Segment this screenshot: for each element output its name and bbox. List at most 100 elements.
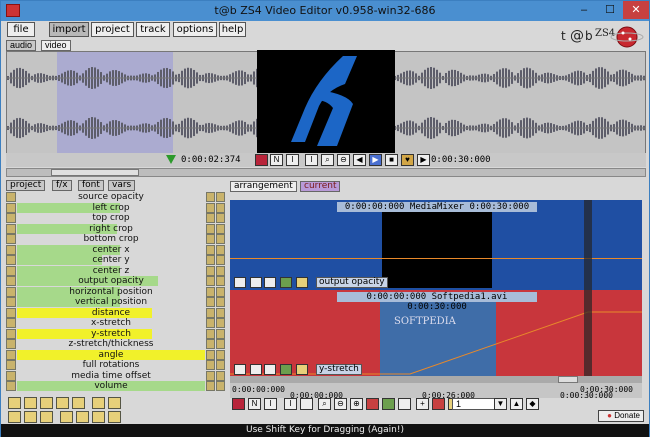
heart-icon[interactable]: ♥: [401, 154, 414, 166]
param-row[interactable]: angle: [6, 349, 225, 360]
tl-nav-icon[interactable]: ◆: [526, 398, 539, 410]
param-toggle[interactable]: [6, 339, 16, 349]
param-key-button[interactable]: [206, 360, 215, 370]
track2-param-label[interactable]: y-stretch: [316, 364, 362, 375]
param-toggle[interactable]: [6, 255, 16, 265]
param-key-button[interactable]: [206, 307, 215, 318]
param-key-button[interactable]: [206, 223, 215, 234]
marker-button[interactable]: N: [270, 154, 283, 166]
play-alt-icon[interactable]: ▶: [417, 154, 430, 166]
param-row[interactable]: bottom crop: [6, 234, 225, 244]
import-button[interactable]: [108, 411, 121, 423]
param-row[interactable]: left crop: [6, 202, 225, 213]
param-key-button[interactable]: [206, 370, 215, 381]
copy-button[interactable]: [92, 397, 105, 409]
zoom-out-icon[interactable]: ⊖: [337, 154, 350, 166]
key-icon[interactable]: [296, 277, 308, 288]
param-curve-button[interactable]: [216, 349, 225, 360]
param-curve-button[interactable]: [216, 297, 225, 307]
circle-button[interactable]: [40, 397, 53, 409]
set-out-button[interactable]: I: [305, 154, 318, 166]
stop-icon[interactable]: ■: [385, 154, 398, 166]
tools-button[interactable]: [60, 411, 73, 423]
menu-project[interactable]: project: [91, 22, 134, 37]
tl-flag2-icon[interactable]: [382, 398, 395, 410]
param-row[interactable]: y-stretch: [6, 328, 225, 339]
param-toggle[interactable]: [6, 213, 16, 223]
close-button[interactable]: ✕: [623, 1, 649, 19]
param-key-button[interactable]: [206, 318, 215, 328]
param-toggle[interactable]: [6, 381, 16, 391]
param-row[interactable]: horizontal position: [6, 286, 225, 297]
menu-file[interactable]: file: [7, 22, 35, 37]
right-arrow-button[interactable]: [24, 397, 37, 409]
reset-button[interactable]: [76, 411, 89, 423]
param-toggle[interactable]: [6, 265, 16, 276]
param-row[interactable]: source opacity: [6, 192, 225, 202]
square-alt-button[interactable]: [72, 397, 85, 409]
param-toggle[interactable]: [6, 297, 16, 307]
param-curve-button[interactable]: [216, 244, 225, 255]
param-row[interactable]: right crop: [6, 223, 225, 234]
param-key-button[interactable]: [206, 297, 215, 307]
param-curve-button[interactable]: [216, 192, 225, 202]
tab-video[interactable]: video: [41, 40, 71, 51]
set-in-button[interactable]: I: [286, 154, 299, 166]
menu-track[interactable]: track: [136, 22, 170, 37]
param-row[interactable]: volume: [6, 381, 225, 391]
playhead-line[interactable]: [584, 200, 592, 290]
param-key-button[interactable]: [206, 213, 215, 223]
param-key-button[interactable]: [206, 328, 215, 339]
param-row[interactable]: top crop: [6, 213, 225, 223]
param-toggle[interactable]: [6, 234, 16, 244]
param-curve-button[interactable]: [216, 234, 225, 244]
tl-zoom-icon[interactable]: ⌕: [318, 398, 331, 410]
param-curve-button[interactable]: [216, 318, 225, 328]
param-row[interactable]: full rotations: [6, 360, 225, 370]
square-button[interactable]: [56, 397, 69, 409]
tl-grab-icon[interactable]: [398, 398, 411, 410]
param-key-button[interactable]: [206, 255, 215, 265]
param-curve-button[interactable]: [216, 213, 225, 223]
param-curve-button[interactable]: [216, 286, 225, 297]
param-toggle[interactable]: [6, 192, 16, 202]
param-key-button[interactable]: [206, 276, 215, 286]
param-toggle[interactable]: [6, 370, 16, 381]
track1-param-label[interactable]: output opacity: [316, 277, 388, 288]
tab-fx[interactable]: f/x: [52, 180, 72, 191]
arrow-icon[interactable]: [280, 277, 292, 288]
ruler-thumb[interactable]: [558, 376, 578, 383]
param-curve-button[interactable]: [216, 328, 225, 339]
menu-help[interactable]: help: [219, 22, 246, 37]
arrow-icon-2[interactable]: [280, 364, 292, 375]
tl-cut-icon[interactable]: [432, 398, 445, 410]
param-key-button[interactable]: [206, 202, 215, 213]
menu-options[interactable]: options: [173, 22, 217, 37]
tab-arrangement[interactable]: arrangement: [230, 181, 297, 192]
param-key-button[interactable]: [206, 234, 215, 244]
zoom-icon[interactable]: ⌕: [321, 154, 334, 166]
tl-record-button[interactable]: [232, 398, 245, 410]
param-curve-button[interactable]: [216, 265, 225, 276]
param-curve-button[interactable]: [216, 223, 225, 234]
param-toggle[interactable]: [6, 328, 16, 339]
tl-flag-icon[interactable]: [366, 398, 379, 410]
tl-up-icon[interactable]: ▲: [510, 398, 523, 410]
param-toggle[interactable]: [6, 360, 16, 370]
scroll-thumb[interactable]: [51, 169, 139, 176]
tab-audio[interactable]: audio: [6, 40, 37, 51]
param-toggle[interactable]: [6, 202, 16, 213]
tl-zoom-in-icon[interactable]: ⊕: [350, 398, 363, 410]
playhead-line-2[interactable]: [584, 290, 592, 376]
param-curve-button[interactable]: [216, 360, 225, 370]
param-row[interactable]: z-stretch/thickness: [6, 339, 225, 349]
wave-icon-2[interactable]: [264, 364, 276, 375]
menu-import[interactable]: import: [49, 22, 89, 37]
help-button[interactable]: [8, 411, 21, 423]
param-curve-button[interactable]: [216, 255, 225, 265]
param-curve-button[interactable]: [216, 202, 225, 213]
ruler-scrollbar[interactable]: [230, 376, 642, 383]
param-row[interactable]: vertical position: [6, 297, 225, 307]
main-hscrollbar[interactable]: [6, 168, 646, 177]
tab-font[interactable]: font: [78, 180, 104, 191]
